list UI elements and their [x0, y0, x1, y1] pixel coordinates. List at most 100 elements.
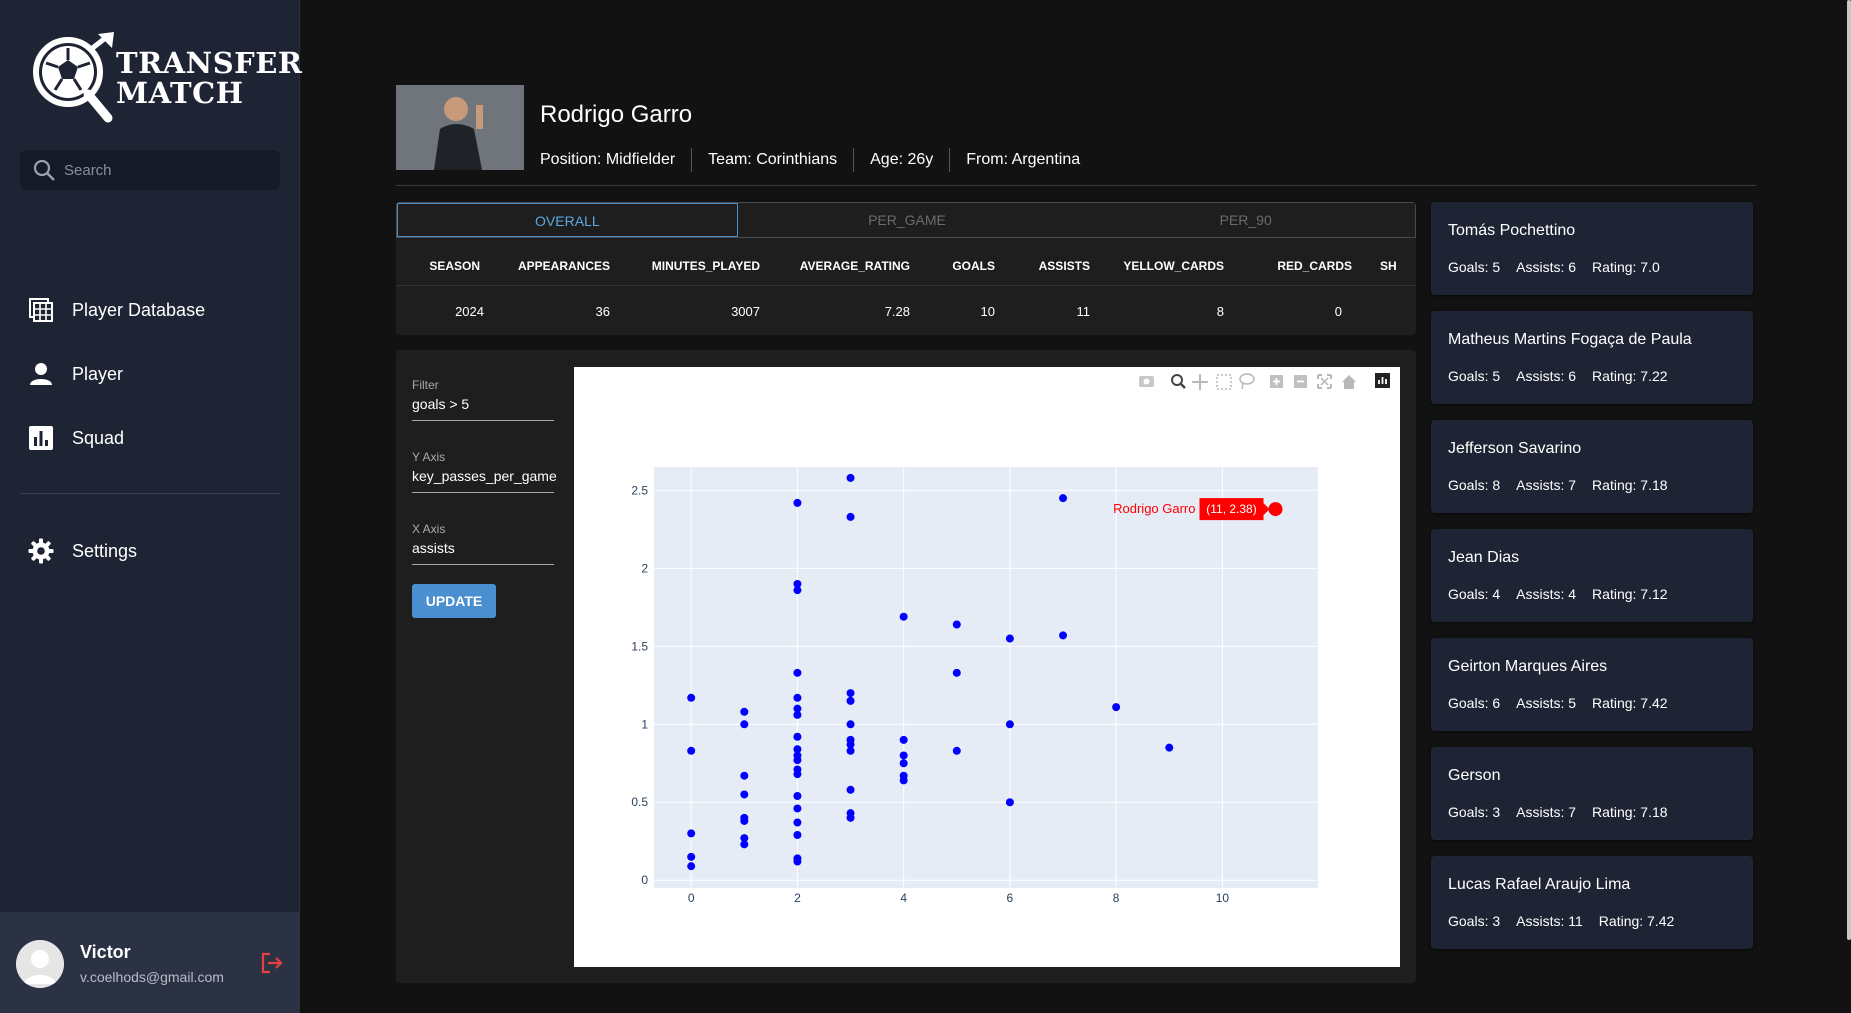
col-red-cards[interactable]: RED_CARDS [1240, 259, 1368, 273]
similar-player-goals: Goals: 8 [1448, 477, 1501, 493]
data-point [793, 818, 802, 827]
tab-per-game[interactable]: PER_GAME [738, 203, 1077, 237]
nav-player-database[interactable]: Player Database [28, 292, 205, 328]
similar-player-rating: Rating: 7.42 [1598, 913, 1675, 929]
data-point [846, 720, 855, 729]
col-sh[interactable]: SH [1368, 259, 1416, 273]
similar-player-assists: Assists: 4 [1516, 586, 1577, 602]
header-divider [396, 185, 1756, 186]
data-point [846, 473, 855, 482]
data-point [793, 830, 802, 839]
similar-player-name: Jean Dias [1448, 549, 1520, 566]
zoom-out-icon[interactable] [1294, 375, 1307, 388]
hover-tooltip-text: (11, 2.38) [1206, 502, 1256, 516]
similar-player-card[interactable]: Jefferson Savarino Goals: 8 Assists: 7 Rati… [1431, 420, 1753, 513]
player-name: Rodrigo Garro [540, 101, 693, 128]
x-axis-field[interactable]: X Axis assists [412, 522, 554, 565]
data-point [793, 792, 802, 801]
nav-player[interactable]: Player [28, 356, 123, 392]
plotly-logo-icon[interactable] [1375, 373, 1390, 388]
y-axis-field[interactable]: Y Axis key_passes_per_game [412, 450, 557, 493]
nav-divider [20, 493, 280, 494]
data-point [687, 829, 696, 838]
meta-separator [691, 148, 693, 172]
col-assists[interactable]: ASSISTS [1011, 259, 1106, 273]
data-point [1059, 631, 1068, 640]
sidebar: TRANSFER MATCH Player Database Player [0, 0, 302, 1013]
table-header-row: SEASON APPEARANCES MINUTES_PLAYED AVERAG… [396, 246, 1416, 286]
similar-player-rating: Rating: 7.0 [1592, 259, 1660, 275]
search-input[interactable] [64, 161, 264, 179]
app-logo[interactable]: TRANSFER MATCH [28, 32, 302, 128]
x-tick-label: 10 [1216, 891, 1230, 905]
data-point [899, 776, 908, 785]
user-panel: Victor v.coelhods@gmail.com [0, 912, 300, 1013]
col-goals[interactable]: GOALS [926, 259, 1011, 273]
y-tick-label: 0.5 [631, 795, 648, 809]
data-point [899, 735, 908, 744]
reset-axes-icon[interactable] [1342, 375, 1356, 389]
zoom-icon[interactable] [1171, 374, 1186, 389]
similar-player-rating: Rating: 7.18 [1592, 804, 1668, 820]
data-point [899, 751, 908, 760]
player-meta: Position: Midfielder Team: Corinthians A… [540, 148, 1080, 172]
y-axis-input[interactable]: key_passes_per_game [412, 468, 557, 492]
similar-player-card[interactable]: Matheus Martins Fogaça de Paula Goals: 5 A… [1431, 311, 1753, 404]
page-scrollbar[interactable] [1847, 0, 1851, 940]
data-point [793, 498, 802, 507]
similar-player-stats: Goals: 5 Assists: 6 Rating: 7.22 [1448, 368, 1684, 384]
col-minutes-played[interactable]: MINUTES_PLAYED [626, 259, 776, 273]
similar-player-card[interactable]: Gerson Goals: 3 Assists: 7 Rating: 7.18 [1431, 747, 1753, 840]
col-appearances[interactable]: APPEARANCES [496, 259, 626, 273]
data-point [899, 759, 908, 768]
similar-player-rating: Rating: 7.12 [1592, 586, 1668, 602]
data-point [1005, 720, 1014, 729]
data-point [1005, 798, 1014, 807]
pan-icon[interactable] [1192, 374, 1208, 390]
similar-player-name: Matheus Martins Fogaça de Paula [1448, 331, 1692, 348]
filter-field[interactable]: Filter goals > 5 [412, 378, 554, 421]
similar-player-assists: Assists: 6 [1516, 368, 1577, 384]
update-button[interactable]: UPDATE [412, 584, 496, 618]
data-point [740, 707, 749, 716]
lasso-select-icon[interactable] [1239, 373, 1255, 390]
camera-icon[interactable] [1139, 376, 1154, 387]
stats-card: OVERALL PER_GAME PER_90 SEASON APPEARANC… [396, 202, 1416, 335]
similar-player-card[interactable]: Tomás Pochettino Goals: 5 Assists: 6 Rating… [1431, 202, 1753, 295]
nav-label: Squad [72, 427, 125, 448]
col-season[interactable]: SEASON [396, 259, 496, 273]
nav-squad[interactable]: Squad [28, 420, 124, 456]
similar-player-goals: Goals: 6 [1448, 695, 1501, 711]
data-point [740, 840, 749, 849]
similar-player-assists: Assists: 6 [1516, 259, 1577, 275]
search-box[interactable] [20, 150, 280, 190]
cell-goals: 10 [980, 303, 995, 319]
zoom-in-icon[interactable] [1270, 375, 1283, 388]
col-average-rating[interactable]: AVERAGE_RATING [776, 259, 926, 273]
data-point [793, 668, 802, 677]
avatar[interactable] [16, 940, 64, 988]
x-axis-input[interactable]: assists [412, 540, 554, 564]
box-select-icon[interactable] [1216, 374, 1232, 390]
tab-per-90[interactable]: PER_90 [1076, 203, 1415, 237]
filter-input[interactable]: goals > 5 [412, 396, 554, 420]
nav-settings[interactable]: Settings [28, 533, 137, 569]
similar-player-card[interactable]: Jean Dias Goals: 4 Assists: 4 Rating: 7.12 [1431, 529, 1753, 622]
data-point [687, 862, 696, 871]
data-point [1112, 703, 1121, 712]
data-point [793, 586, 802, 595]
col-yellow-cards[interactable]: YELLOW_CARDS [1106, 259, 1240, 273]
nav-label: Settings [72, 540, 138, 561]
logout-icon[interactable] [260, 952, 284, 974]
data-point [846, 785, 855, 794]
similar-player-card[interactable]: Lucas Rafael Araujo Lima Goals: 3 Assists:… [1431, 856, 1753, 949]
data-point [793, 857, 802, 866]
tab-overall[interactable]: OVERALL [397, 203, 738, 237]
x-tick-label: 6 [1007, 891, 1014, 905]
autoscale-icon[interactable] [1317, 374, 1332, 389]
meta-separator [853, 148, 855, 172]
similar-player-card[interactable]: Geirton Marques Aires Goals: 6 Assists: 5 R… [1431, 638, 1753, 731]
y-tick-label: 0 [641, 873, 648, 887]
player-team: Team: Corinthians [708, 151, 838, 168]
bar-chart-icon [29, 426, 53, 450]
